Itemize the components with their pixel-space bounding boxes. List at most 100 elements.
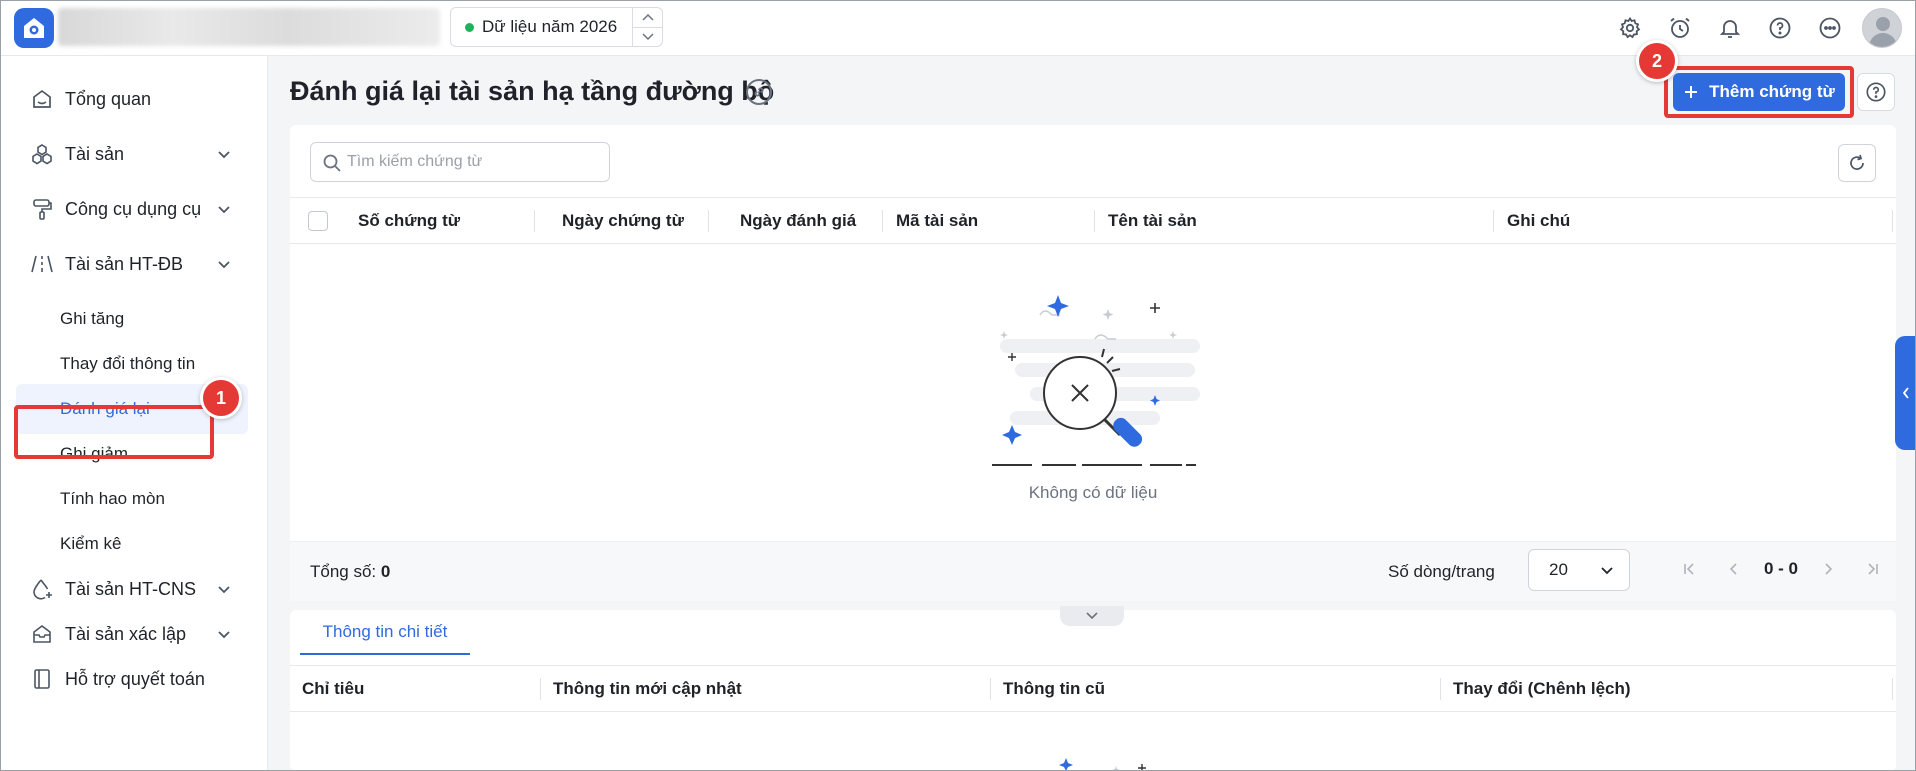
- sidebar-item-label: Tài sản HT-CNS: [65, 578, 197, 599]
- select-all-checkbox[interactable]: [308, 211, 328, 231]
- tab-detail-info[interactable]: Thông tin chi tiết: [300, 610, 470, 655]
- alarm-clock-icon[interactable]: [1662, 10, 1698, 46]
- more-icon[interactable]: [1812, 10, 1848, 46]
- sidebar-item-label: Hỗ trợ quyết toán: [65, 668, 205, 689]
- bell-icon[interactable]: [1712, 10, 1748, 46]
- column-asset-code[interactable]: Mã tài sản: [896, 198, 978, 244]
- column-difference: Thay đổi (Chênh lệch): [1453, 679, 1631, 698]
- empty-state-illustration: [992, 295, 1200, 466]
- sidebar-subitem-increase[interactable]: Ghi tăng: [0, 294, 268, 344]
- page-range: 0 - 0: [1764, 559, 1799, 578]
- fiscal-year-label: Dữ liệu năm 2026: [482, 17, 618, 36]
- next-page-icon[interactable]: [1813, 554, 1843, 584]
- avatar[interactable]: [1862, 8, 1902, 48]
- sidebar-item-assets[interactable]: Tài sản: [0, 129, 268, 179]
- chevron-left-icon: [1902, 387, 1909, 399]
- search-input[interactable]: [347, 143, 603, 181]
- link-icon[interactable]: [746, 79, 772, 105]
- sidebar-item-label: Tài sản HT-ĐB: [65, 253, 184, 274]
- help-circle-icon[interactable]: [1762, 10, 1798, 46]
- sidebar-item-water-infrastructure[interactable]: Tài sản HT-CNS: [0, 564, 268, 614]
- water-drop-icon: [30, 577, 54, 601]
- sidebar-subitem-inventory[interactable]: Kiểm kê: [0, 519, 268, 569]
- highlight-box-sidebar: [14, 405, 214, 459]
- rows-per-page-label: Số dòng/trang: [1388, 562, 1495, 581]
- column-divider: [534, 210, 535, 232]
- empty-state-text: Không có dữ liệu: [1028, 483, 1158, 502]
- app-logo[interactable]: [14, 8, 54, 48]
- sidebar-item-road-infrastructure[interactable]: Tài sản HT-ĐB: [0, 239, 268, 289]
- sidebar-item-overview[interactable]: Tổng quan: [0, 74, 268, 124]
- chevron-down-icon: [214, 144, 234, 164]
- help-button[interactable]: [1857, 73, 1895, 111]
- sidebar-subitem-label: Thay đổi thông tin: [60, 354, 196, 373]
- paint-roller-icon: [30, 197, 54, 221]
- sidebar-item-label: Công cụ dụng cụ: [65, 198, 202, 219]
- first-page-icon[interactable]: [1675, 554, 1705, 584]
- column-divider: [540, 678, 541, 700]
- page-title: Đánh giá lại tài sản hạ tầng đường bộ: [290, 76, 775, 106]
- rows-per-page-select[interactable]: 20: [1528, 549, 1630, 591]
- sidebar-subitem-label: Tính hao mòn: [60, 489, 165, 508]
- search-box[interactable]: [310, 142, 610, 182]
- year-stepper[interactable]: [632, 8, 662, 46]
- fiscal-year-selector[interactable]: Dữ liệu năm 2026: [450, 7, 663, 47]
- chevron-down-icon[interactable]: [633, 26, 662, 47]
- column-divider: [1094, 210, 1095, 232]
- total-value: 0: [380, 562, 391, 581]
- road-icon: [30, 252, 54, 276]
- side-panel-toggle[interactable]: [1895, 336, 1916, 450]
- add-voucher-button[interactable]: Thêm chứng từ: [1673, 73, 1845, 111]
- refresh-button[interactable]: [1838, 144, 1876, 182]
- panel-collapse-handle[interactable]: [1060, 606, 1124, 626]
- sidebar-item-label: Tổng quan: [65, 88, 152, 109]
- status-dot: [465, 22, 474, 32]
- column-voucher-number[interactable]: Số chứng từ: [358, 198, 460, 244]
- column-divider: [1892, 678, 1893, 700]
- sidebar-item-label: Tài sản xác lập: [65, 623, 187, 644]
- home-icon: [30, 87, 54, 111]
- gear-icon[interactable]: [1612, 10, 1648, 46]
- sidebar-item-established-assets[interactable]: Tài sản xác lập: [0, 609, 268, 659]
- sidebar-subitem-label: Ghi tăng: [60, 309, 125, 328]
- column-divider: [990, 678, 991, 700]
- voucher-list-card: Số chứng từ Ngày chứng từ Ngày đánh giá …: [290, 125, 1896, 601]
- column-new-info: Thông tin mới cập nhật: [553, 679, 742, 698]
- plus-icon: [1685, 86, 1698, 98]
- prev-page-icon[interactable]: [1719, 554, 1749, 584]
- add-voucher-label: Thêm chứng từ: [1709, 82, 1835, 101]
- sidebar-subitem-depreciation[interactable]: Tính hao mòn: [0, 474, 268, 524]
- detail-panel: Thông tin chi tiết Chỉ tiêu Thông tin mớ…: [290, 610, 1896, 771]
- column-voucher-date[interactable]: Ngày chứng từ: [562, 198, 684, 244]
- chevron-up-icon[interactable]: [633, 8, 662, 27]
- step-badge-1: 1: [200, 377, 242, 419]
- column-indicator: Chỉ tiêu: [302, 679, 365, 698]
- pagination: 0 - 0: [1668, 554, 1894, 584]
- search-icon: [323, 154, 341, 172]
- chevron-down-icon: [214, 199, 234, 219]
- column-note[interactable]: Ghi chú: [1507, 198, 1570, 244]
- organization-name-blurred: [58, 8, 440, 46]
- sidebar-item-label: Tài sản: [65, 143, 125, 164]
- sidebar-item-settlement-support[interactable]: Hỗ trợ quyết toán: [0, 654, 268, 704]
- chevron-down-icon: [1086, 612, 1098, 620]
- column-divider: [708, 210, 709, 232]
- column-divider: [1440, 678, 1441, 700]
- help-circle-icon: [1866, 82, 1886, 102]
- column-old-info: Thông tin cũ: [1003, 679, 1105, 698]
- column-divider: [1493, 210, 1494, 232]
- column-evaluation-date[interactable]: Ngày đánh giá: [740, 198, 856, 244]
- column-divider: [882, 210, 883, 232]
- column-asset-name[interactable]: Tên tài sản: [1108, 198, 1197, 244]
- table-footer: Tổng số: 0 Số dòng/trang 20 0 - 0: [290, 541, 1896, 601]
- last-page-icon[interactable]: [1857, 554, 1887, 584]
- chevron-down-icon: [214, 624, 234, 644]
- book-icon: [30, 667, 54, 691]
- boxes-icon: [30, 142, 54, 166]
- inbox-icon: [30, 622, 54, 646]
- chevron-down-icon: [1601, 567, 1613, 575]
- table-header: Số chứng từ Ngày chứng từ Ngày đánh giá …: [290, 197, 1896, 244]
- sidebar-item-tools[interactable]: Công cụ dụng cụ: [0, 184, 268, 234]
- rows-per-page-value: 20: [1549, 560, 1568, 579]
- top-bar: Dữ liệu năm 2026: [0, 0, 1916, 56]
